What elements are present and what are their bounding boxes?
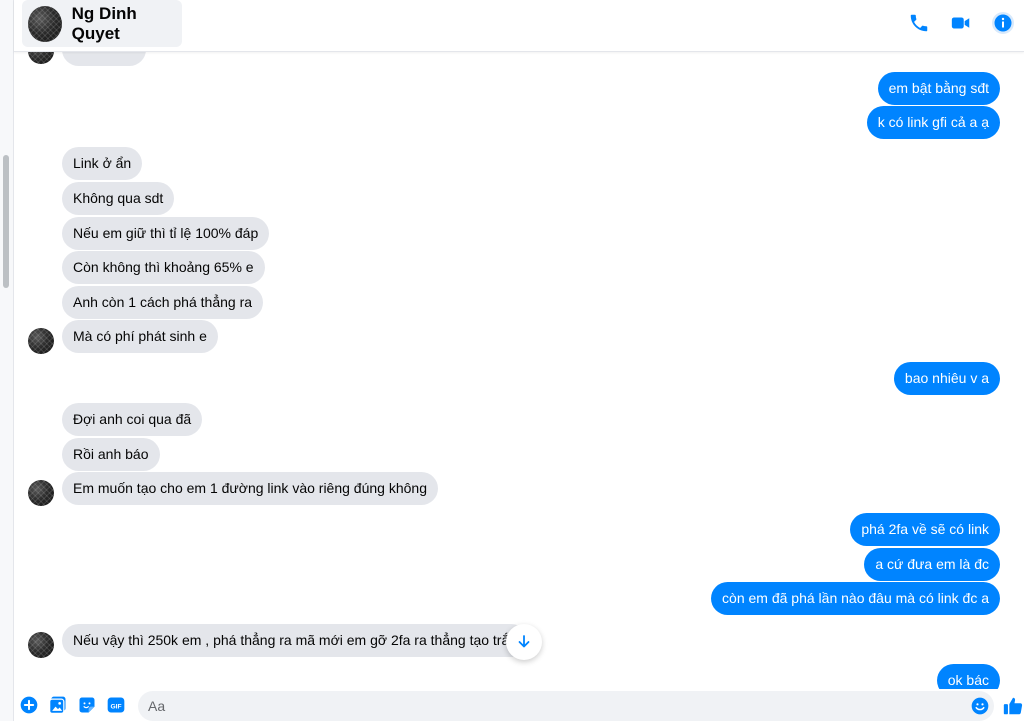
- message-bubble-incoming[interactable]: Đợi anh coi qua đã: [62, 403, 203, 436]
- phone-icon[interactable]: [906, 10, 932, 36]
- message-bubble-outgoing[interactable]: bao nhiêu v a: [893, 362, 1000, 395]
- sender-avatar: [28, 52, 54, 64]
- message-bubble-outgoing[interactable]: phá 2fa về sẽ có link: [850, 513, 1000, 546]
- message-bubble-outgoing[interactable]: còn em đã phá lần nào đâu mà có link đc …: [711, 582, 1000, 615]
- left-scroll-strip: [0, 0, 14, 721]
- chat-header: Ng Dinh Quyet: [14, 0, 1024, 52]
- sticker-icon[interactable]: [77, 695, 97, 715]
- message-bubble-outgoing[interactable]: k có link gfi cả a ạ: [866, 106, 1000, 139]
- message-bubble-incoming[interactable]: Không qua sdt: [62, 182, 175, 215]
- message-composer: GIF: [14, 689, 1024, 721]
- emoji-icon[interactable]: [970, 696, 990, 716]
- sender-avatar: [28, 480, 54, 506]
- message-bubble-incoming[interactable]: Mà có phí phát sinh e: [62, 320, 218, 353]
- contact-name: Ng Dinh Quyet: [71, 3, 137, 43]
- message-bubble-outgoing[interactable]: a cứ đưa em là đc: [864, 548, 1000, 581]
- arrow-down-icon: [518, 635, 530, 648]
- message-bubble-incoming[interactable]: Em muốn tạo cho em 1 đường link vào riên…: [62, 472, 438, 505]
- plus-icon[interactable]: [19, 695, 39, 715]
- thumbs-up-icon[interactable]: [1002, 695, 1024, 717]
- sender-avatar: [28, 632, 54, 658]
- message-bubble-outgoing[interactable]: em bật bằng sđt: [877, 72, 1000, 105]
- message-bubble-incoming[interactable]: Rồi anh báo: [62, 438, 160, 471]
- video-icon[interactable]: [948, 10, 974, 36]
- message-bubble-incoming[interactable]: Anh còn 1 cách phá thẳng ra: [62, 286, 264, 319]
- message-input[interactable]: [138, 691, 938, 721]
- contact-info-button[interactable]: Ng Dinh Quyet: [22, 0, 182, 47]
- message-list[interactable]: em bật bằng sđt k có link gfi cả a ạ Lin…: [14, 52, 1024, 689]
- gif-icon[interactable]: GIF: [106, 695, 126, 715]
- scroll-to-bottom-button[interactable]: [506, 624, 542, 660]
- message-bubble-outgoing[interactable]: ok bác: [936, 664, 1000, 689]
- message-bubble-incoming[interactable]: [62, 52, 146, 66]
- message-bubble-incoming[interactable]: Nếu em giữ thì tỉ lệ 100% đáp: [62, 217, 270, 250]
- message-bubble-incoming[interactable]: Link ở ẩn: [62, 147, 143, 180]
- message-input-container: [138, 691, 994, 721]
- svg-text:GIF: GIF: [110, 703, 121, 710]
- sender-avatar: [28, 328, 54, 354]
- scrollbar-thumb[interactable]: [3, 155, 9, 288]
- image-icon[interactable]: [48, 695, 68, 715]
- info-icon[interactable]: [990, 10, 1016, 36]
- contact-avatar: [28, 5, 62, 42]
- message-bubble-incoming[interactable]: Nếu vậy thì 250k em , phá thẳng ra mã mớ…: [62, 624, 528, 657]
- message-bubble-incoming[interactable]: Còn không thì khoảng 65% e: [62, 251, 265, 284]
